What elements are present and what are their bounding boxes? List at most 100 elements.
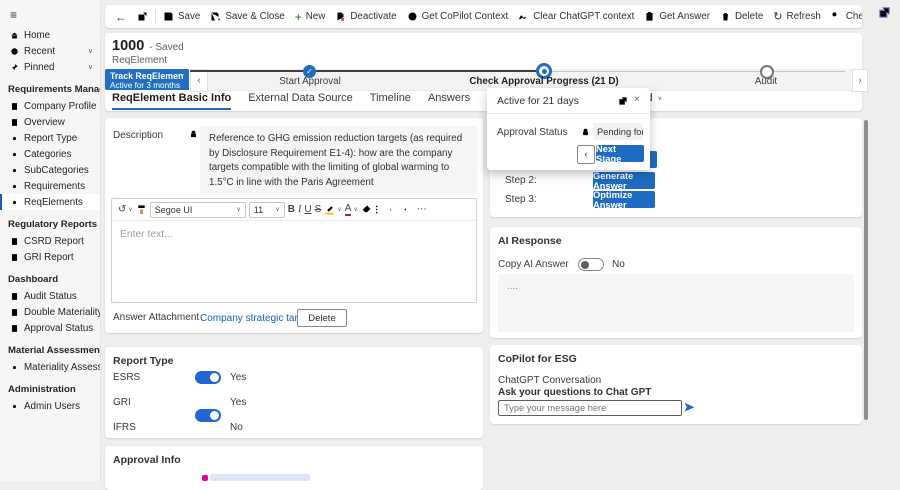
tab-answers[interactable]: Answers	[428, 92, 470, 110]
sidebar-item-label: Company Profile	[24, 100, 97, 112]
sidebar-item-recent[interactable]: Recent ∨	[0, 43, 100, 59]
sidebar-item-categories[interactable]: Categories	[0, 146, 100, 162]
numbered-list-icon[interactable]	[389, 204, 400, 215]
report-icon	[10, 324, 19, 333]
sidebar-item-overview[interactable]: Overview	[0, 114, 100, 130]
generate-answer-button[interactable]: Generate Answer	[593, 171, 655, 191]
popout-icon	[137, 11, 148, 22]
approval-status-field[interactable]: Pending for A...	[593, 123, 643, 140]
refresh-icon: ↻	[773, 11, 783, 23]
bpf-scroll-right-button[interactable]: ›	[852, 69, 868, 92]
sidebar-item-approval-status[interactable]: Approval Status	[0, 320, 100, 336]
tab-timeline[interactable]: Timeline	[370, 92, 411, 110]
next-stage-button[interactable]: Next Stage	[596, 144, 644, 164]
copilot-card: CoPilot for ESG ChatGPT Conversation Ask…	[490, 345, 862, 424]
sidebar-item-label: SubCategories	[24, 164, 89, 176]
sidebar-item-home[interactable]: Home	[0, 27, 100, 43]
sidebar-item-requirements[interactable]: Requirements	[0, 178, 100, 194]
sidebar-item-subcategories[interactable]: SubCategories	[0, 162, 100, 178]
sidebar-item-label: Overview	[24, 116, 65, 128]
editor-body[interactable]: Enter text...	[112, 221, 476, 248]
font-color-icon[interactable]: A ∨	[344, 203, 358, 216]
strikethrough-icon[interactable]: S	[315, 204, 322, 215]
esrs-label: ESRS	[113, 372, 141, 383]
sidebar-item-label: CSRD Report	[24, 235, 84, 247]
text-highlight-icon[interactable]: ∨	[324, 204, 342, 215]
more-options-icon[interactable]: ⋯	[417, 204, 427, 215]
bpf-stage-name[interactable]: Audit	[755, 76, 777, 87]
back-button[interactable]: ←	[110, 5, 132, 28]
bpf-scroll-left-button[interactable]: ‹	[190, 69, 208, 92]
chevron-down-icon: ∨	[87, 64, 93, 71]
command-label: Deactivate	[350, 11, 397, 22]
chevron-down-icon: ∨	[128, 207, 133, 213]
lookup-field-partial[interactable]	[210, 474, 310, 481]
description-field: Reference to GHG emission reduction targ…	[200, 126, 477, 195]
undo-icon[interactable]: ↺ ∨	[118, 204, 133, 215]
record-header-card: 1000 - Saved ReqElement Track ReqElement…	[105, 33, 868, 111]
sidebar-item-audit-status[interactable]: Audit Status	[0, 288, 100, 304]
format-painter-icon[interactable]	[136, 204, 147, 215]
plus-icon: +	[294, 9, 302, 24]
copy-ai-answer-value: No	[612, 259, 625, 270]
bold-icon[interactable]: B	[288, 204, 295, 215]
close-icon[interactable]: ×	[634, 94, 640, 105]
sidebar-item-pinned[interactable]: Pinned ∨	[0, 59, 100, 75]
form-icon	[644, 11, 655, 22]
underline-icon[interactable]: U	[304, 204, 311, 215]
sidebar-item-materiality-assessment[interactable]: Materiality Assessme..	[0, 359, 100, 375]
check-access-button[interactable]: Check Access	[826, 5, 862, 28]
font-size-select[interactable]: 11 ∨	[248, 201, 285, 218]
get-answer-button[interactable]: Get Answer	[639, 5, 715, 28]
sidebar-item-company-profile[interactable]: Company Profile	[0, 98, 100, 114]
font-family-select[interactable]: Segoe UI ∨	[149, 201, 246, 218]
sidebar-item-label: Recent	[24, 45, 56, 57]
command-label: Save & Close	[225, 11, 285, 22]
scrollbar-thumb[interactable]	[864, 120, 868, 420]
tab-reqelement-basic-info[interactable]: ReqElement Basic Info	[112, 92, 232, 110]
optimize-answer-button[interactable]: Optimize Answer	[593, 190, 655, 210]
bpf-stage-name[interactable]: Start Approval	[279, 76, 341, 87]
outdent-icon[interactable]	[403, 204, 414, 215]
sidebar-group-title: Material Assessment	[8, 345, 100, 356]
expand-popup-icon[interactable]	[618, 96, 628, 106]
sidebar-item-reqelements[interactable]: ReqElements	[0, 194, 100, 210]
sidebar-item-double-materiality[interactable]: Double Materiality R..	[0, 304, 100, 320]
sidebar-item-csrd-report[interactable]: CSRD Report	[0, 233, 100, 249]
sidebar-item-gri-report[interactable]: GRI Report	[0, 249, 100, 265]
report-icon	[10, 102, 19, 111]
bpf-stage-name-active[interactable]: Check Approval Progress (21 D)	[469, 76, 618, 87]
gri-toggle[interactable]	[195, 409, 221, 422]
chat-input[interactable]	[498, 400, 682, 416]
attachment-delete-button[interactable]: Delete	[297, 309, 347, 327]
rich-text-editor[interactable]: ↺ ∨ Segoe UI ∨ 11 ∨ B I U S ∨ A ∨ ⋯ Enter …	[111, 198, 477, 303]
previous-stage-button[interactable]: ‹	[577, 145, 595, 164]
italic-icon[interactable]: I	[298, 204, 301, 215]
sidebar-item-admin-users[interactable]: Admin Users	[0, 398, 100, 414]
sidebar-item-report-type[interactable]: Report Type	[0, 130, 100, 146]
save-button[interactable]: Save	[158, 5, 205, 28]
command-label: Get Answer	[659, 11, 710, 22]
tab-label: Answers	[427, 92, 471, 104]
refresh-button[interactable]: ↻ Refresh	[768, 5, 826, 28]
clear-format-icon[interactable]	[361, 204, 372, 215]
tab-external-data-source[interactable]: External Data Source	[248, 92, 353, 110]
get-copilot-context-button[interactable]: Get CoPilot Context	[402, 5, 514, 28]
record-save-status: - Saved	[149, 42, 184, 53]
open-in-new-window-button[interactable]	[132, 5, 153, 28]
new-button[interactable]: + New	[290, 5, 331, 28]
send-icon[interactable]	[684, 402, 695, 413]
esrs-toggle[interactable]	[195, 371, 221, 384]
bpf-box-subtitle: Active for 3 months	[110, 81, 181, 90]
delete-button[interactable]: Delete	[715, 5, 768, 28]
save-and-close-button[interactable]: Save & Close	[205, 5, 289, 28]
menu-icon[interactable]: ≡	[0, 0, 100, 27]
feedback-windows-icon[interactable]	[877, 6, 892, 19]
copy-ai-answer-toggle[interactable]	[578, 258, 604, 271]
gear-icon	[10, 150, 19, 159]
clear-chatgpt-context-button[interactable]: Clear ChatGPT context	[513, 5, 639, 28]
esrs-value: Yes	[230, 372, 247, 383]
bullet-list-icon[interactable]	[375, 204, 386, 215]
deactivate-button[interactable]: Deactivate	[330, 5, 401, 28]
bpf-active-stage-box[interactable]: Track ReqElement Appro... Active for 3 m…	[105, 69, 189, 90]
